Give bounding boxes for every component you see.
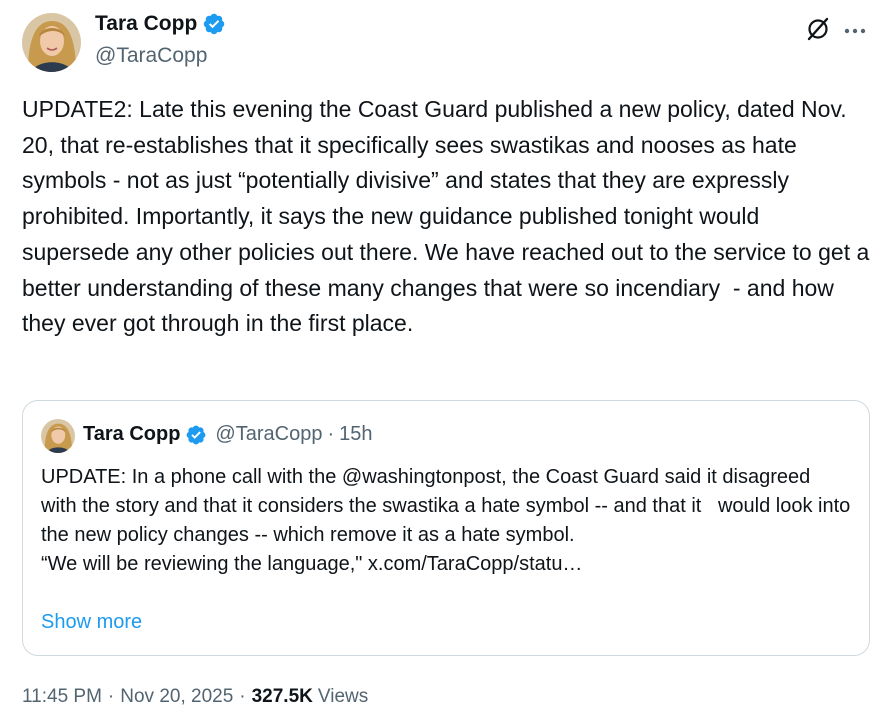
separator-dot: · (327, 423, 335, 445)
tweet-text: UPDATE2: Late this evening the Coast Gua… (22, 96, 876, 337)
quoted-header: Tara Copp @TaraCopp · 15h (83, 423, 373, 446)
views-label: Views (317, 686, 369, 707)
quoted-author-avatar (41, 419, 75, 453)
more-dots-icon[interactable] (843, 22, 867, 40)
verified-badge-icon (185, 424, 207, 446)
author-handle[interactable]: @TaraCopp (95, 44, 207, 68)
grok-icon[interactable] (805, 16, 831, 42)
quoted-author-handle: @TaraCopp (215, 423, 323, 445)
author-avatar[interactable] (22, 13, 81, 72)
tweet-meta: 11:45 PM · Nov 20, 2025 · 327.5K Views (22, 686, 368, 708)
quoted-tweet[interactable]: Tara Copp @TaraCopp · 15h UPDATE: In a p… (22, 400, 870, 656)
quoted-timestamp: 15h (339, 423, 373, 445)
quoted-tweet-text: UPDATE: In a phone call with the @washin… (41, 466, 851, 575)
separator-dot: · (239, 686, 246, 707)
tweet-date[interactable]: Nov 20, 2025 (120, 686, 233, 708)
show-more-link[interactable]: Show more (41, 611, 142, 634)
author-name[interactable]: Tara Copp (95, 12, 197, 36)
tweet-time[interactable]: 11:45 PM (22, 686, 102, 708)
separator-dot: · (107, 686, 115, 707)
verified-badge-icon[interactable] (202, 12, 226, 36)
author-name-row: Tara Copp (95, 12, 226, 36)
quoted-author-name: Tara Copp (83, 423, 181, 445)
views-count: 327.5K (251, 686, 313, 707)
